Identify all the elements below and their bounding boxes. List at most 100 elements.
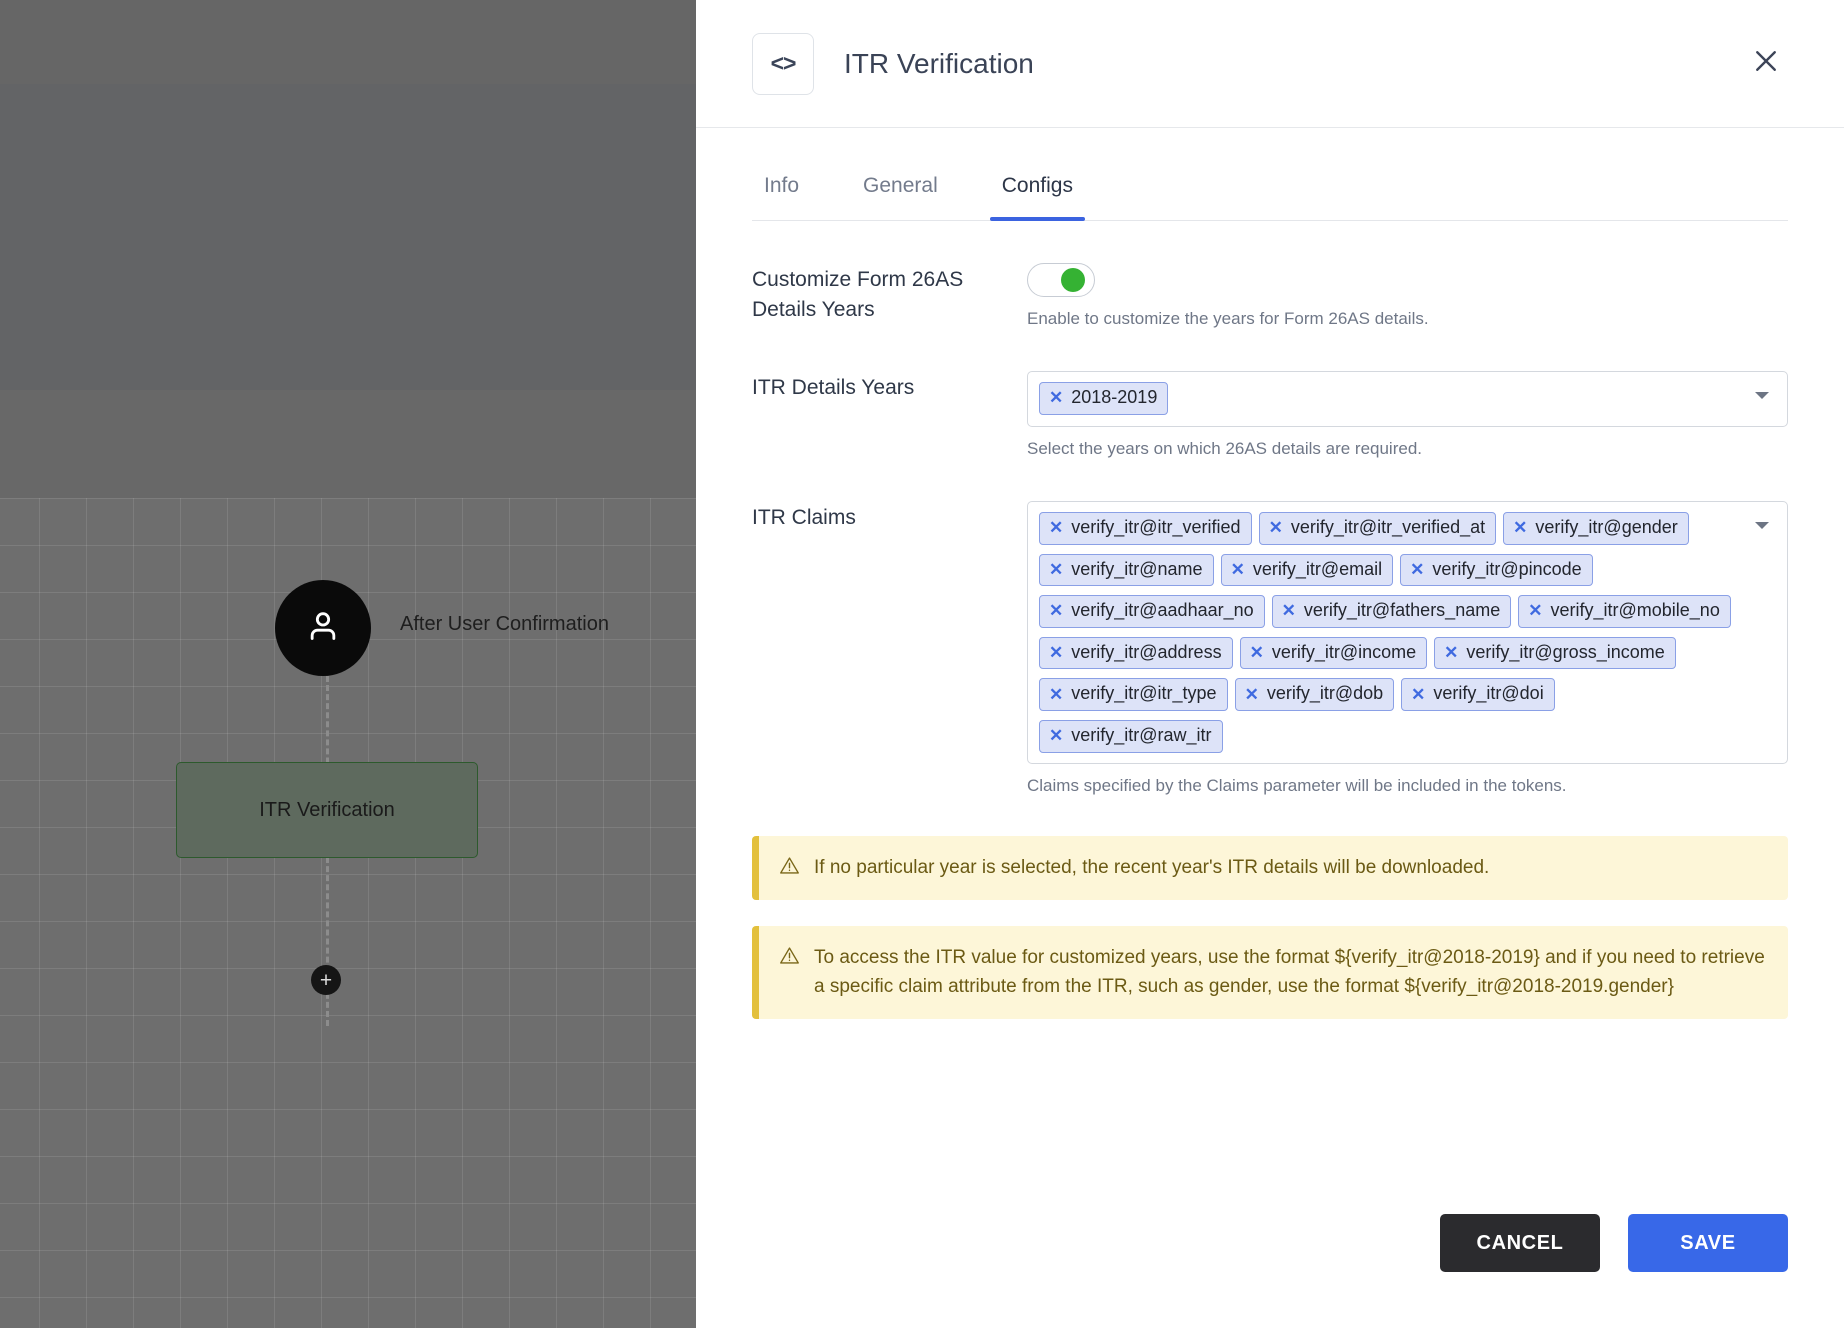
- chip-remove-icon[interactable]: ✕: [1049, 727, 1063, 744]
- row-itr-claims: ITR Claims ✕ verify_itr@itr_verified ✕ veri…: [752, 501, 1788, 796]
- chip[interactable]: ✕ verify_itr@gross_income: [1434, 636, 1676, 670]
- banner-no-year-selected: If no particular year is selected, the r…: [752, 835, 1788, 900]
- customize-years-hint: Enable to customize the years for Form 2…: [1027, 309, 1429, 328]
- user-icon: [303, 606, 343, 651]
- banner-text: To access the ITR value for customized y…: [814, 946, 1765, 997]
- itr-verification-node-label: ITR Verification: [259, 798, 395, 821]
- plus-icon: +: [319, 968, 333, 992]
- itr-details-years-field: ✕ 2018-2019 Select the years on which 26…: [1027, 371, 1788, 459]
- chip-remove-icon[interactable]: ✕: [1444, 644, 1458, 661]
- tab-bar: Info General Configs: [752, 174, 1788, 221]
- workflow-canvas[interactable]: After User Confirmation ITR Verification…: [0, 0, 696, 1328]
- itr-details-years-hint: Select the years on which 26AS details a…: [1027, 439, 1423, 458]
- chip-label: verify_itr@address: [1071, 641, 1222, 662]
- close-button[interactable]: [1744, 42, 1788, 86]
- chip-label: verify_itr@doi: [1433, 683, 1544, 704]
- chip-label: verify_itr@mobile_no: [1550, 600, 1720, 621]
- chip-label: verify_itr@aadhaar_no: [1071, 600, 1254, 621]
- tab-info[interactable]: Info: [752, 174, 811, 220]
- chip[interactable]: ✕ verify_itr@itr_type: [1039, 678, 1228, 711]
- chip-remove-icon[interactable]: ✕: [1410, 561, 1424, 578]
- chip[interactable]: ✕ verify_itr@pincode: [1400, 553, 1593, 587]
- warning-triangle-icon: [779, 945, 800, 966]
- save-button[interactable]: SAVE: [1628, 1214, 1788, 1272]
- chip[interactable]: ✕ verify_itr@address: [1039, 636, 1233, 670]
- chip-label: verify_itr@itr_verified_at: [1290, 517, 1486, 537]
- panel-footer: CANCEL SAVE: [696, 1214, 1844, 1328]
- row-itr-details-years: ITR Details Years ✕ 2018-2019 Select the…: [752, 371, 1788, 459]
- itr-claims-select[interactable]: ✕ verify_itr@itr_verified ✕ verify_itr@itr_…: [1027, 501, 1788, 764]
- add-step-button[interactable]: +: [311, 965, 341, 995]
- user-confirmation-label: After User Confirmation: [400, 613, 609, 635]
- chip[interactable]: ✕ verify_itr@email: [1220, 553, 1394, 587]
- banner-text: If no particular year is selected, the r…: [814, 856, 1490, 878]
- chip-remove-icon[interactable]: ✕: [1049, 389, 1063, 406]
- chip[interactable]: ✕ verify_itr@itr_verified: [1039, 512, 1252, 545]
- chip-label: verify_itr@name: [1071, 558, 1203, 579]
- cancel-button[interactable]: CANCEL: [1440, 1214, 1600, 1272]
- chip-label: verify_itr@dob: [1266, 683, 1384, 704]
- chip[interactable]: ✕ verify_itr@doi: [1401, 678, 1555, 711]
- itr-claims-label: ITR Claims: [752, 506, 856, 529]
- chip-remove-icon[interactable]: ✕: [1049, 561, 1063, 578]
- canvas-band-low: [0, 390, 696, 498]
- chip-label: verify_itr@gross_income: [1466, 641, 1665, 662]
- chip-remove-icon[interactable]: ✕: [1250, 644, 1264, 661]
- itr-claims-field: ✕ verify_itr@itr_verified ✕ verify_itr@itr_…: [1027, 501, 1788, 796]
- panel-header: <> ITR Verification: [696, 0, 1844, 128]
- chip-remove-icon[interactable]: ✕: [1245, 686, 1259, 703]
- chip-label: verify_itr@itr_verified: [1071, 517, 1241, 537]
- chip[interactable]: ✕ verify_itr@gender: [1503, 512, 1689, 545]
- app-root: After User Confirmation ITR Verification…: [0, 0, 1844, 1328]
- chip-label: verify_itr@email: [1252, 558, 1383, 579]
- chip-label: verify_itr@raw_itr: [1071, 724, 1212, 745]
- customize-years-label: Customize Form 26AS Details Years: [752, 268, 964, 321]
- code-brackets-glyph: <>: [770, 50, 797, 76]
- chevron-down-icon[interactable]: [1755, 522, 1769, 529]
- chip-label: verify_itr@pincode: [1432, 558, 1582, 579]
- chip-remove-icon[interactable]: ✕: [1231, 561, 1245, 578]
- customize-years-toggle[interactable]: [1027, 263, 1095, 297]
- chip-remove-icon[interactable]: ✕: [1049, 519, 1063, 536]
- chip-label: verify_itr@gender: [1535, 517, 1678, 537]
- tab-general[interactable]: General: [851, 174, 950, 220]
- banner-list: If no particular year is selected, the r…: [752, 835, 1788, 1019]
- banner-itr-format: To access the ITR value for customized y…: [752, 925, 1788, 1019]
- close-icon: [1751, 46, 1781, 81]
- chip-remove-icon[interactable]: ✕: [1282, 602, 1296, 619]
- itr-details-years-select[interactable]: ✕ 2018-2019: [1027, 371, 1788, 427]
- chip[interactable]: ✕ verify_itr@dob: [1234, 678, 1395, 711]
- chevron-down-icon[interactable]: [1755, 392, 1769, 399]
- chip[interactable]: ✕ verify_itr@fathers_name: [1271, 595, 1512, 628]
- chip-remove-icon[interactable]: ✕: [1049, 644, 1063, 661]
- chip[interactable]: ✕ verify_itr@mobile_no: [1518, 595, 1731, 628]
- chip[interactable]: ✕ verify_itr@income: [1239, 636, 1428, 670]
- page-title: ITR Verification: [844, 47, 1034, 79]
- itr-verification-node[interactable]: ITR Verification: [176, 762, 478, 858]
- row-customize-years: Customize Form 26AS Details Years Enable…: [752, 263, 1788, 329]
- chip[interactable]: ✕ verify_itr@name: [1039, 553, 1214, 587]
- itr-claims-hint: Claims specified by the Claims parameter…: [1027, 775, 1567, 795]
- chip-label: verify_itr@income: [1271, 641, 1417, 662]
- chip[interactable]: ✕ 2018-2019: [1039, 382, 1169, 415]
- chip[interactable]: ✕ verify_itr@aadhaar_no: [1039, 595, 1265, 628]
- chip-remove-icon[interactable]: ✕: [1528, 602, 1542, 619]
- chip-remove-icon[interactable]: ✕: [1269, 519, 1283, 536]
- itr-details-years-label: ITR Details Years: [752, 376, 915, 399]
- customize-years-field: Enable to customize the years for Form 2…: [1027, 263, 1788, 329]
- chip[interactable]: ✕ verify_itr@itr_verified_at: [1258, 512, 1497, 545]
- chip-remove-icon[interactable]: ✕: [1513, 519, 1527, 536]
- toggle-knob: [1061, 268, 1085, 292]
- warning-triangle-icon: [779, 855, 800, 876]
- chip[interactable]: ✕ verify_itr@raw_itr: [1039, 719, 1223, 753]
- config-panel: <> ITR Verification Info General Configs…: [696, 0, 1844, 1328]
- tab-configs[interactable]: Configs: [989, 174, 1086, 221]
- code-brackets-icon: <>: [752, 32, 814, 95]
- user-confirmation-node[interactable]: [275, 580, 371, 676]
- chip-remove-icon[interactable]: ✕: [1049, 686, 1063, 703]
- chip-label: verify_itr@itr_type: [1071, 683, 1217, 704]
- canvas-band-top: [0, 0, 696, 84]
- chip-remove-icon[interactable]: ✕: [1411, 686, 1425, 703]
- chip-label: verify_itr@fathers_name: [1303, 600, 1501, 621]
- chip-remove-icon[interactable]: ✕: [1049, 602, 1063, 619]
